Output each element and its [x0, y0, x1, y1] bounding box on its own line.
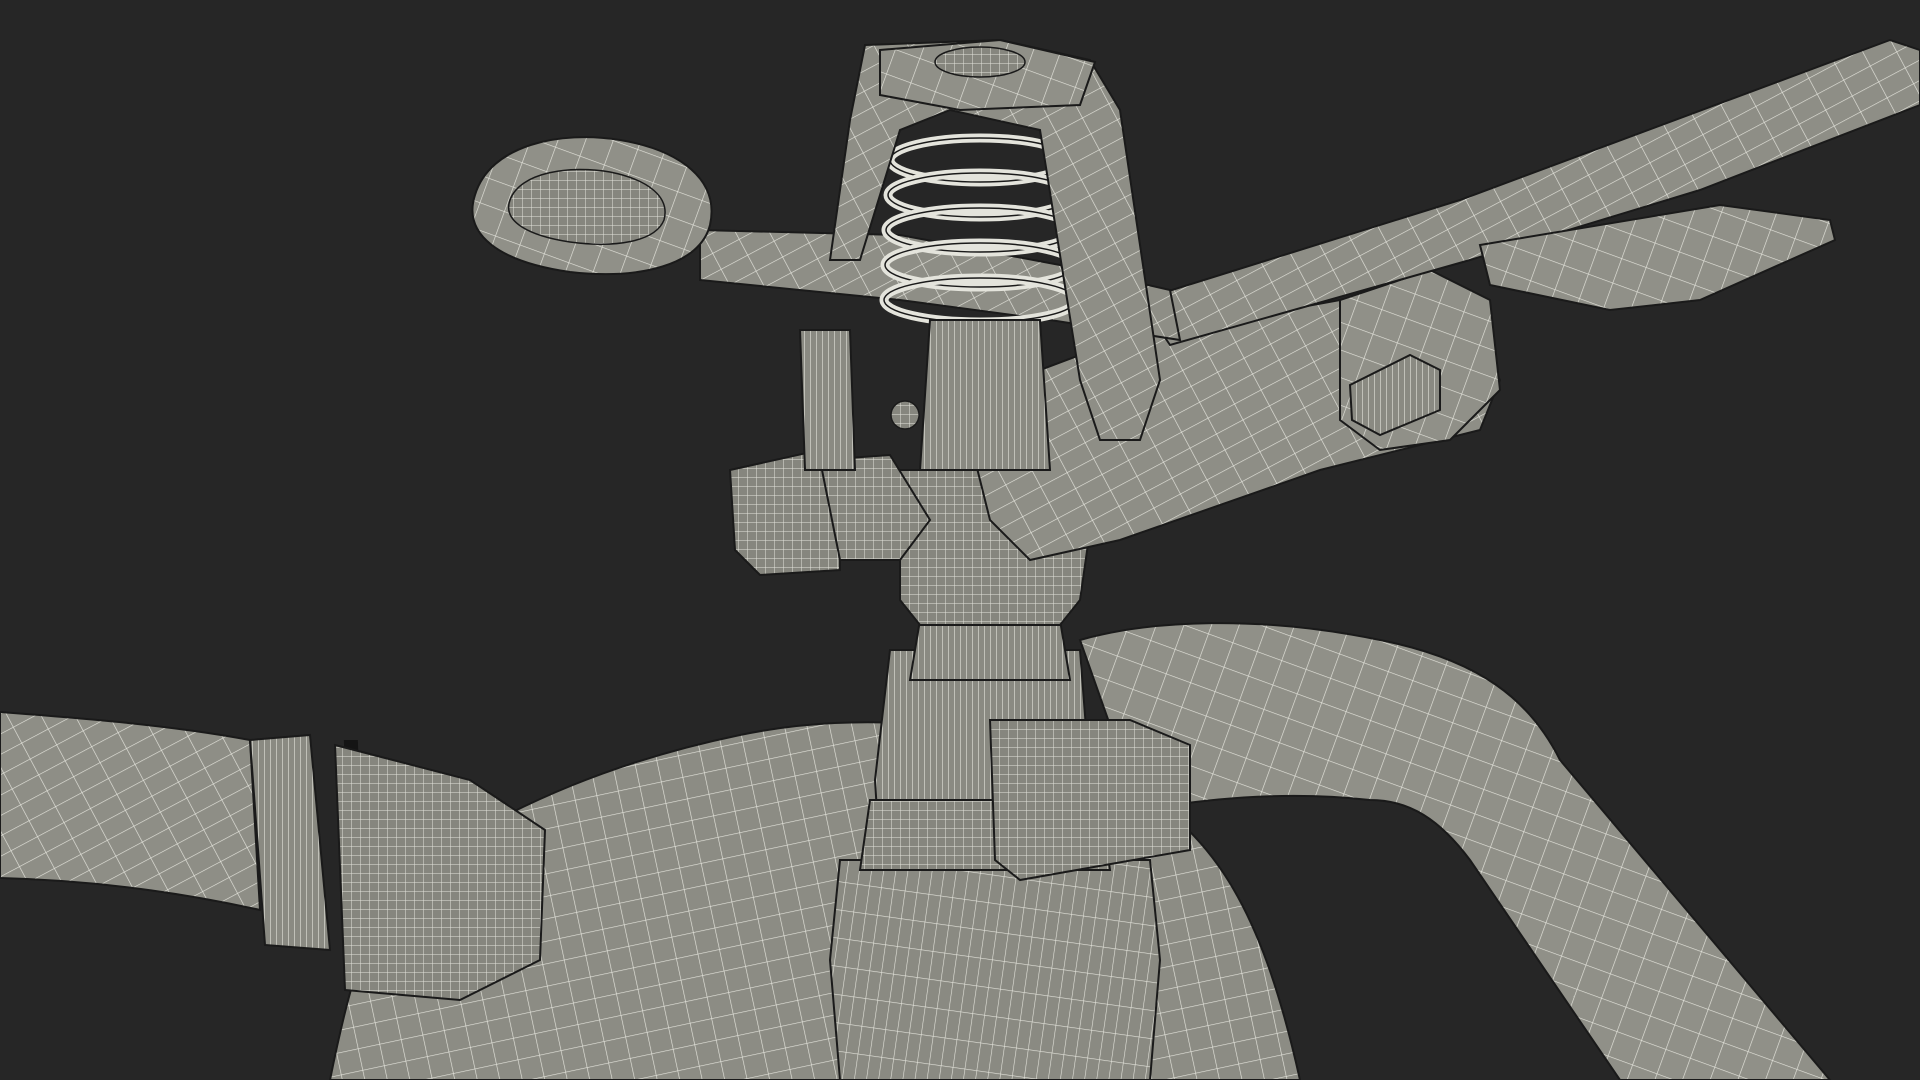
rocker-arm [1138, 38, 1920, 347]
riser-clip [988, 719, 1191, 882]
coupling-nut [333, 743, 547, 1002]
cap-boss [934, 46, 1026, 78]
pivot-pin [890, 400, 920, 430]
neck-threads [908, 619, 1072, 681]
side-post [798, 329, 857, 471]
central-stem [918, 319, 1052, 471]
render-viewport [0, 0, 1920, 1080]
hose-coupling [248, 733, 332, 952]
base-hex-nut [828, 859, 1162, 1080]
hose-left [0, 710, 262, 912]
wireframe-render [0, 38, 1920, 1080]
